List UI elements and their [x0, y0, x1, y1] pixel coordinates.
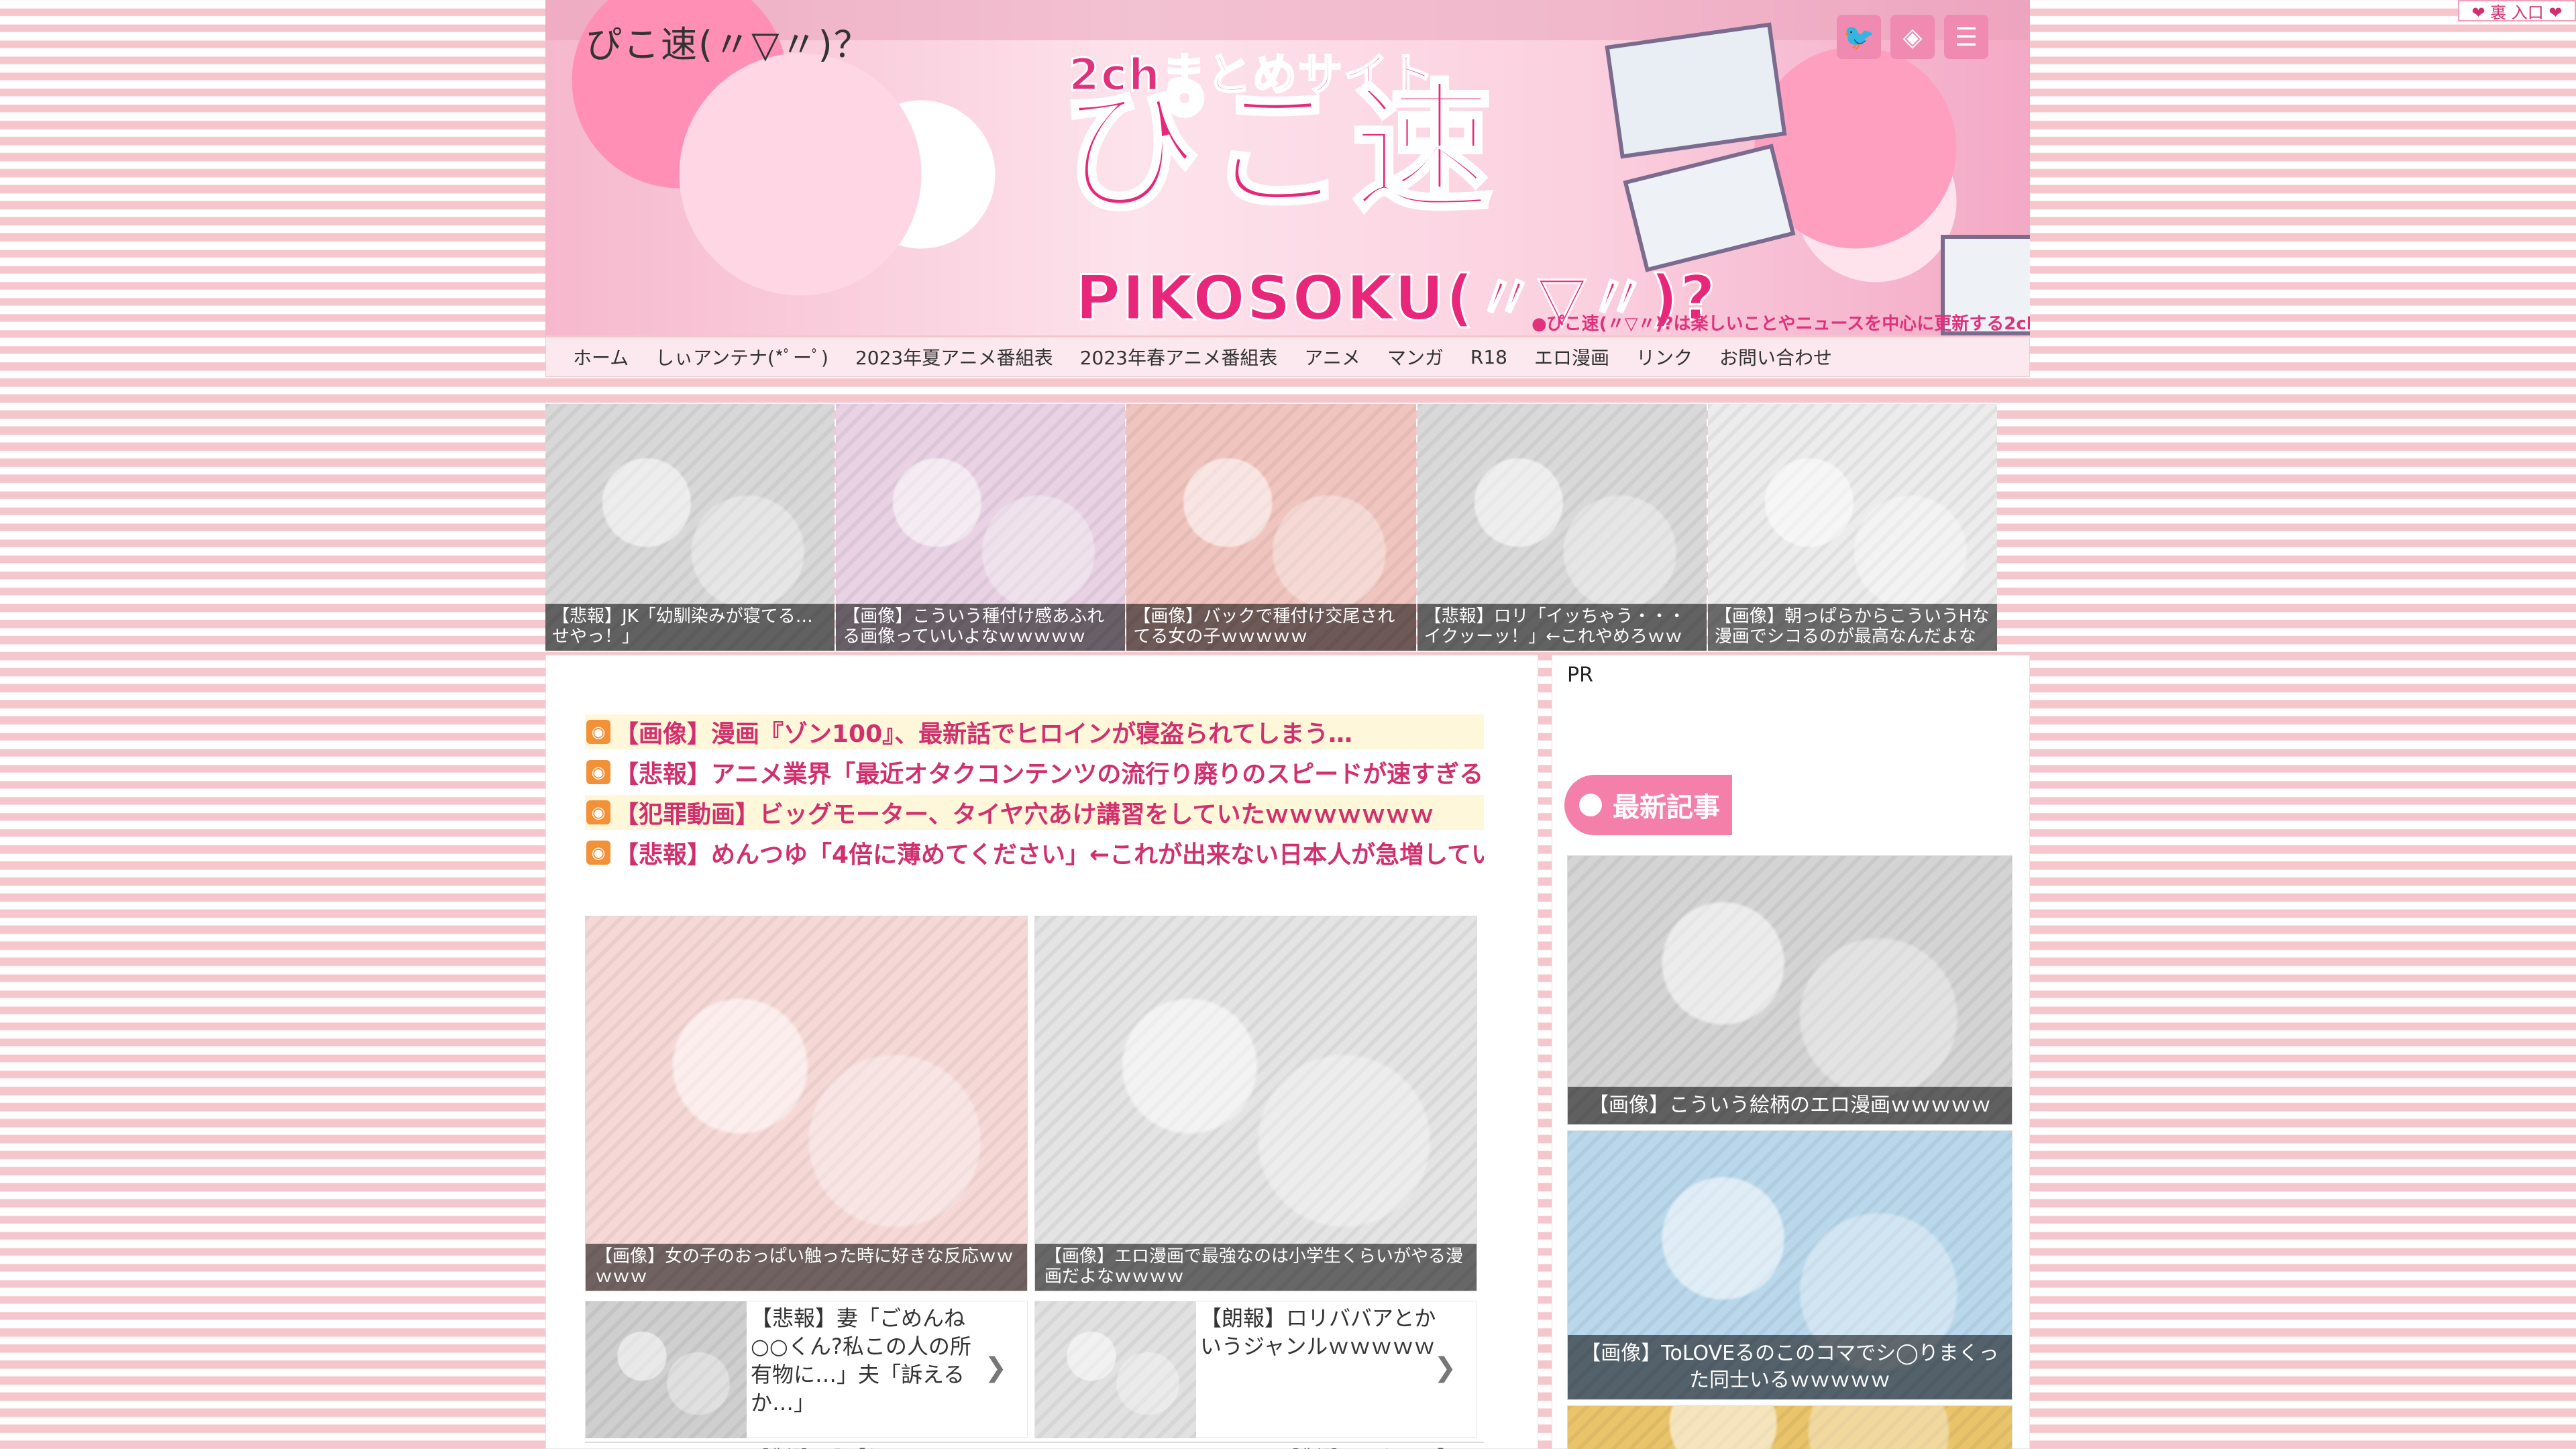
- feature-cards: 【画像】女の子のおっぱい触った時に好きな反応ｗｗｗｗｗ 【画像】エロ漫画で最強な…: [585, 916, 1484, 1291]
- article-thumbnail: [1035, 1301, 1196, 1438]
- article-link[interactable]: 【朗報】ロリババアとかいうジャンルｗｗｗｗｗ ❯: [1034, 1301, 1477, 1438]
- bullet-icon: [1579, 794, 1602, 816]
- slider-caption: 【悲報】JK「幼馴染みが寝てる…せやっ！」: [545, 604, 835, 651]
- latest-articles-label: 最新記事: [1613, 792, 1720, 823]
- pr-label: PR: [1567, 663, 1593, 687]
- nav-item-links[interactable]: リンク: [1623, 343, 1706, 370]
- rss-item-title[interactable]: 【悲報】アニメ業界「最近オタクコンテンツの流行り廃りのスピードが速すぎる: [614, 755, 1483, 790]
- chevron-right-icon: ❯: [1434, 1352, 1456, 1383]
- slider-item[interactable]: 【画像】朝っぱらからこういうHな漫画でシコるのが最高なんだよなｗｗｗｗ: [1707, 404, 1998, 651]
- rss-item-title[interactable]: 【悲報】めんつゆ「4倍に薄めてください」←これが出来ない日本人が急増してい: [614, 835, 1484, 870]
- rss-item[interactable]: ◉ 【悲報】アニメ業界「最近オタクコンテンツの流行り廃りのスピードが速すぎる: [585, 755, 1484, 790]
- global-nav: ホーム しぃアンテナ(*ﾟーﾟ) 2023年夏アニメ番組表 2023年春アニメ番…: [545, 337, 2030, 377]
- ura-entrance-badge[interactable]: ❤ 裏 入口 ❤: [2458, 0, 2576, 22]
- slider-caption: 【悲報】ロリ「イッちゃう・・・イクッーッ！」←これやめろｗｗｗｗｗ: [1417, 604, 1707, 651]
- latest-articles-heading: 最新記事: [1564, 775, 1732, 835]
- page-container: ぴこ速(〃▽〃)？ 2chまとめサイト ぴこ速 PIKOSOKU(〃▽〃)? ●…: [545, 0, 2030, 1449]
- nav-item-anime[interactable]: アニメ: [1291, 343, 1373, 370]
- slider-caption: 【画像】朝っぱらからこういうHな漫画でシコるのが最高なんだよなｗｗｗｗ: [1707, 604, 1998, 651]
- rss-icon: ◉: [586, 760, 610, 784]
- rss-icon[interactable]: ☰: [1944, 15, 1988, 59]
- rss-icon: ◉: [586, 720, 610, 744]
- rss-headline-list: ◉ 【画像】漫画『ゾン100』、最新話でヒロインが寝盗られてしまう… ◉ 【悲報…: [585, 714, 1484, 875]
- site-logo[interactable]: ぴこ速: [1060, 77, 1497, 222]
- social-buttons: 🐦 ◈ ☰: [1837, 15, 1988, 59]
- site-tagline: ●ぴこ速(〃▽〃)?は楽しいことやニュースを中心に更新する2chまとめサイト: [1532, 314, 2030, 334]
- article-link-row-partial[interactable]: 【悲報】問題「なぜ…ジャ…にして…」 【悲報】マンタンと「マ…: [585, 1442, 1484, 1449]
- sidebar-article-card[interactable]: [1567, 1405, 2012, 1449]
- slider-item[interactable]: 【悲報】ロリ「イッちゃう・・・イクッーッ！」←これやめろｗｗｗｗｗ: [1417, 404, 1707, 651]
- nav-item-r18[interactable]: R18: [1457, 346, 1521, 368]
- slider-item[interactable]: 【画像】こういう種付け感あふれる画像っていいよなｗｗｗｗｗ: [836, 404, 1126, 651]
- feature-thumbnail: [1035, 916, 1477, 1291]
- sidebar: PR 最新記事 【画像】こういう絵柄のエロ漫画ｗｗｗｗｗ 【画像】ToLOVEる…: [1552, 655, 2030, 1449]
- nav-item-contact[interactable]: お問い合わせ: [1706, 343, 1845, 370]
- chevron-right-icon: ❯: [984, 1352, 1007, 1383]
- main-content: ◉ 【画像】漫画『ゾン100』、最新話でヒロインが寝盗られてしまう… ◉ 【悲報…: [545, 655, 1538, 1449]
- slider-item[interactable]: 【悲報】JK「幼馴染みが寝てる…せやっ！」: [545, 404, 835, 651]
- feature-caption: 【画像】エロ漫画で最強なのは小学生くらいがやる漫画だよなｗｗｗｗ: [1035, 1244, 1477, 1291]
- sidebar-thumbnail: [1568, 856, 2012, 1124]
- sidebar-article-card[interactable]: 【画像】ToLOVEるのこのコマでシ◯りまくった同士いるｗｗｗｗｗ: [1567, 1130, 2012, 1400]
- sidebar-caption: 【画像】こういう絵柄のエロ漫画ｗｗｗｗｗ: [1568, 1087, 2012, 1124]
- rss-item[interactable]: ◉ 【画像】漫画『ゾン100』、最新話でヒロインが寝盗られてしまう…: [585, 714, 1484, 749]
- site-title[interactable]: ぴこ速(〃▽〃)？: [586, 15, 871, 68]
- window-illustration: [1605, 22, 1787, 159]
- rss-icon: ◉: [586, 800, 610, 824]
- nav-item-antenna[interactable]: しぃアンテナ(*ﾟーﾟ): [642, 343, 842, 370]
- article-link[interactable]: 【悲報】妻「ごめんね○○くん?私この人の所有物に…」夫「訴えるか…」 ❯: [585, 1301, 1028, 1438]
- feedly-icon[interactable]: ◈: [1890, 15, 1935, 59]
- featured-slider: 【悲報】JK「幼馴染みが寝てる…せやっ！」 【画像】こういう種付け感あふれる画像…: [545, 404, 1998, 651]
- article-link-list: 【悲報】妻「ごめんね○○くん?私この人の所有物に…」夫「訴えるか…」 ❯ 【朗報…: [585, 1301, 1484, 1438]
- feature-caption: 【画像】女の子のおっぱい触った時に好きな反応ｗｗｗｗｗ: [586, 1244, 1027, 1291]
- nav-item-home[interactable]: ホーム: [559, 343, 642, 370]
- feature-card[interactable]: 【画像】女の子のおっぱい触った時に好きな反応ｗｗｗｗｗ: [585, 916, 1028, 1291]
- rss-item[interactable]: ◉ 【犯罪動画】ビッグモーター、タイヤ穴あけ講習をしていたｗｗｗｗｗｗｗ: [585, 795, 1484, 830]
- slider-caption: 【画像】こういう種付け感あふれる画像っていいよなｗｗｗｗｗ: [836, 604, 1126, 651]
- sidebar-thumbnail: [1568, 1406, 2012, 1449]
- nav-item-manga[interactable]: マンガ: [1374, 343, 1457, 370]
- feature-card[interactable]: 【画像】エロ漫画で最強なのは小学生くらいがやる漫画だよなｗｗｗｗ: [1034, 916, 1477, 1291]
- twitter-icon[interactable]: 🐦: [1837, 15, 1881, 59]
- nav-item-spring-anime[interactable]: 2023年春アニメ番組表: [1067, 343, 1291, 370]
- slider-item[interactable]: 【画像】バックで種付け交尾されてる女の子ｗｗｗｗｗ: [1126, 404, 1416, 651]
- site-header-banner[interactable]: ぴこ速(〃▽〃)？ 2chまとめサイト ぴこ速 PIKOSOKU(〃▽〃)? ●…: [545, 0, 2030, 335]
- nav-item-ero-manga[interactable]: エロ漫画: [1521, 343, 1623, 370]
- rss-item[interactable]: ◉ 【悲報】めんつゆ「4倍に薄めてください」←これが出来ない日本人が急増してい: [585, 835, 1484, 870]
- sidebar-article-card[interactable]: 【画像】こういう絵柄のエロ漫画ｗｗｗｗｗ: [1567, 855, 2012, 1125]
- article-thumbnail: [586, 1301, 747, 1438]
- feature-thumbnail: [586, 916, 1027, 1291]
- rss-icon: ◉: [586, 841, 610, 865]
- nav-item-summer-anime[interactable]: 2023年夏アニメ番組表: [842, 343, 1067, 370]
- sidebar-caption: 【画像】ToLOVEるのこのコマでシ◯りまくった同士いるｗｗｗｗｗ: [1568, 1335, 2012, 1399]
- rss-item-title[interactable]: 【画像】漫画『ゾン100』、最新話でヒロインが寝盗られてしまう…: [614, 714, 1352, 749]
- rss-item-title[interactable]: 【犯罪動画】ビッグモーター、タイヤ穴あけ講習をしていたｗｗｗｗｗｗｗ: [614, 795, 1434, 830]
- slider-caption: 【画像】バックで種付け交尾されてる女の子ｗｗｗｗｗ: [1126, 604, 1416, 651]
